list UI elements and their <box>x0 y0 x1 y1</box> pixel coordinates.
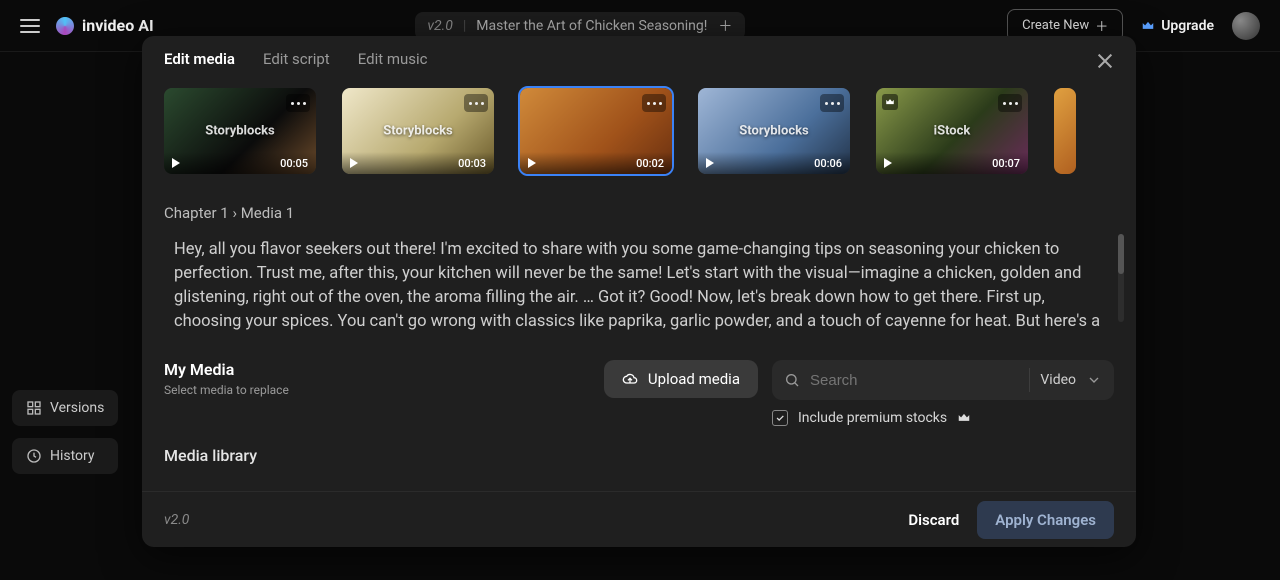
include-premium-label: Include premium stocks <box>798 410 947 426</box>
clip-duration: 00:07 <box>992 157 1020 170</box>
upload-media-label: Upload media <box>648 370 740 388</box>
scrollbar[interactable] <box>1118 234 1124 322</box>
scrollbar-thumb[interactable] <box>1118 234 1124 274</box>
upload-media-button[interactable]: Upload media <box>604 360 758 398</box>
doc-title: Master the Art of Chicken Seasoning! <box>476 18 707 34</box>
search-field[interactable]: Video <box>772 360 1114 400</box>
footer-version: v2.0 <box>164 512 189 528</box>
versions-label: Versions <box>50 400 104 416</box>
tab-edit-media[interactable]: Edit media <box>164 50 235 68</box>
crown-icon <box>1141 19 1155 33</box>
avatar[interactable] <box>1232 12 1260 40</box>
clip-watermark: Storyblocks <box>205 124 274 139</box>
brand-name: invideo AI <box>82 16 154 35</box>
plus-icon: ＋ <box>1095 16 1108 35</box>
clip-duration: 00:03 <box>458 157 486 170</box>
media-kind-select[interactable]: Video <box>1040 372 1102 388</box>
doc-version: v2.0 <box>427 18 452 34</box>
clip-thumb[interactable]: Storyblocks 00:03 <box>342 88 494 174</box>
discard-button[interactable]: Discard <box>908 511 959 529</box>
apply-changes-button[interactable]: Apply Changes <box>977 501 1114 539</box>
clip-thumb[interactable]: iStock 00:07 <box>876 88 1028 174</box>
clip-more-icon[interactable] <box>464 94 488 112</box>
clip-duration: 00:02 <box>636 157 664 170</box>
versions-button[interactable]: Versions <box>12 390 118 426</box>
breadcrumb-sep: › <box>232 204 237 222</box>
chevron-down-icon <box>1086 372 1102 388</box>
premium-badge-icon <box>882 94 898 110</box>
my-media-subtitle: Select media to replace <box>164 383 289 397</box>
clock-icon <box>26 448 42 464</box>
clip-watermark: Storyblocks <box>383 124 452 139</box>
clip-thumb[interactable]: Storyblocks 00:05 <box>164 88 316 174</box>
modal-footer: v2.0 Discard Apply Changes <box>142 491 1136 547</box>
breadcrumb: Chapter 1 › Media 1 <box>142 192 1136 230</box>
play-icon[interactable] <box>350 158 358 168</box>
modal-tabs: Edit media Edit script Edit music <box>142 36 1136 78</box>
my-media-row: My Media Select media to replace Upload … <box>142 342 1136 430</box>
play-icon[interactable] <box>528 158 536 168</box>
play-icon[interactable] <box>706 158 714 168</box>
tab-edit-script[interactable]: Edit script <box>263 50 330 68</box>
hamburger-menu-icon[interactable] <box>20 19 40 33</box>
play-icon[interactable] <box>172 158 180 168</box>
script-text[interactable]: Hey, all you flavor seekers out there! I… <box>164 238 1114 334</box>
crown-icon <box>957 411 971 425</box>
clip-more-icon[interactable] <box>820 94 844 112</box>
left-rail: Versions History <box>12 390 118 474</box>
history-button[interactable]: History <box>12 438 118 474</box>
add-tab-icon[interactable]: ＋ <box>717 18 733 34</box>
search-input[interactable] <box>810 372 1019 389</box>
search-icon <box>784 372 800 388</box>
clip-thumb[interactable]: 00:02 <box>520 88 672 174</box>
close-icon[interactable] <box>1096 52 1114 70</box>
media-library-heading: Media library <box>142 430 1136 465</box>
script-pre: Hey, all you flavor seekers out there! I… <box>174 240 1100 334</box>
grid-icon <box>26 400 42 416</box>
breadcrumb-media[interactable]: Media 1 <box>241 204 294 222</box>
include-premium-checkbox[interactable] <box>772 410 788 426</box>
play-icon[interactable] <box>884 158 892 168</box>
clip-watermark: iStock <box>934 124 971 139</box>
clip-thumb-peek[interactable] <box>1054 88 1076 174</box>
media-kind-label: Video <box>1040 372 1076 388</box>
clips-strip[interactable]: Storyblocks 00:05 Storyblocks 00:03 00:0… <box>142 78 1136 192</box>
cloud-upload-icon <box>622 371 638 387</box>
my-media-title: My Media <box>164 360 289 379</box>
edit-media-modal: Edit media Edit script Edit music Storyb… <box>142 36 1136 547</box>
history-label: History <box>50 448 95 464</box>
clip-duration: 00:05 <box>280 157 308 170</box>
breadcrumb-chapter[interactable]: Chapter 1 <box>164 204 229 222</box>
clip-more-icon[interactable] <box>286 94 310 112</box>
clip-thumb[interactable]: Storyblocks 00:06 <box>698 88 850 174</box>
script-panel: Hey, all you flavor seekers out there! I… <box>158 230 1120 342</box>
clip-more-icon[interactable] <box>998 94 1022 112</box>
create-new-label: Create New <box>1022 18 1089 33</box>
upgrade-label: Upgrade <box>1161 18 1214 34</box>
clip-duration: 00:06 <box>814 157 842 170</box>
clip-watermark: Storyblocks <box>739 124 808 139</box>
include-premium-row[interactable]: Include premium stocks <box>772 410 1114 426</box>
tab-edit-music[interactable]: Edit music <box>358 50 428 68</box>
clip-more-icon[interactable] <box>642 94 666 112</box>
upgrade-button[interactable]: Upgrade <box>1141 18 1214 34</box>
brand[interactable]: invideo AI <box>56 16 154 35</box>
brand-logo-icon <box>56 17 74 35</box>
